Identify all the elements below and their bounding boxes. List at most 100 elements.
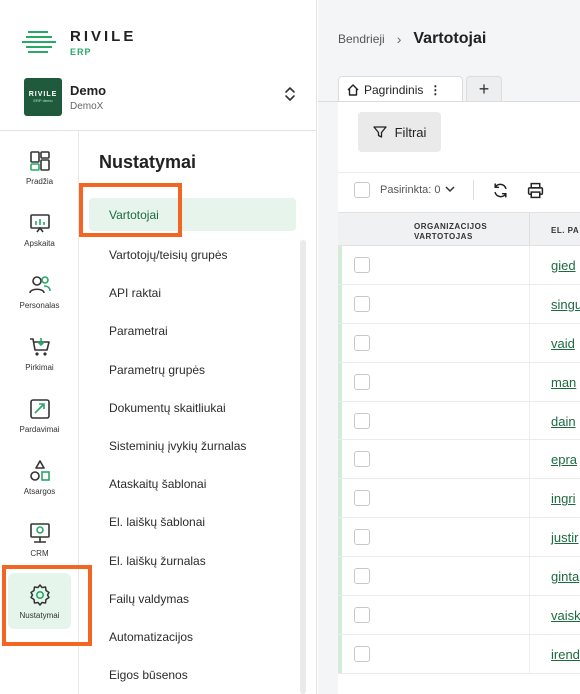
rail-item-crm[interactable]: CRM [8, 511, 71, 567]
menu-item-parametru-grupes[interactable]: Parametrų grupės [89, 351, 296, 389]
filter-label: Filtrai [394, 124, 427, 140]
tab-pagrindinis[interactable]: Pagrindinis ⋮ [338, 76, 463, 102]
row-checkbox[interactable] [354, 645, 370, 662]
email-link[interactable]: singu [551, 297, 580, 312]
table-row[interactable]: gied [338, 246, 580, 285]
email-link[interactable]: dain [551, 414, 576, 429]
rail-label: Pardavimai [19, 424, 60, 434]
tab-menu-icon[interactable]: ⋮ [429, 83, 441, 97]
rail-item-apskaita[interactable]: Apskaita [8, 201, 71, 257]
sales-icon [29, 398, 50, 419]
company-switcher[interactable]: RIVILE ERP demo Demo DemoX [24, 78, 304, 116]
add-tab-button[interactable]: + [466, 76, 502, 102]
table-row[interactable]: man [338, 362, 580, 402]
table-row[interactable]: ingri [338, 479, 580, 519]
brand-title: RIVILE [70, 28, 137, 45]
chevron-up-down-icon[interactable] [284, 86, 296, 103]
row-checkbox[interactable] [354, 295, 370, 312]
people-icon [28, 275, 51, 293]
dashboard-icon [29, 150, 50, 171]
rail-item-pardavimai[interactable]: Pardavimai [8, 387, 71, 443]
main-content: Bendrieji › Vartotojai Pagrindinis ⋮ + F… [318, 0, 580, 694]
cart-icon [29, 337, 50, 356]
row-checkbox[interactable] [354, 568, 370, 585]
email-link[interactable]: epra [551, 452, 577, 467]
menu-item-failu-valdymas[interactable]: Failų valdymas [89, 580, 296, 618]
chevron-down-icon[interactable] [445, 185, 455, 196]
print-icon[interactable] [527, 182, 544, 199]
email-link[interactable]: man [551, 375, 576, 390]
toolbar-separator [472, 180, 474, 200]
filter-button[interactable]: Filtrai [358, 112, 441, 152]
menu-title: Nustatymai [99, 152, 197, 172]
crm-icon [29, 522, 50, 543]
row-checkbox[interactable] [354, 334, 370, 351]
select-all-checkbox[interactable] [354, 182, 370, 198]
selection-toolbar: Pasirinkta: 0 [354, 180, 544, 200]
email-link[interactable]: gied [551, 258, 576, 273]
refresh-icon[interactable] [492, 182, 509, 199]
table-row[interactable]: irend [338, 634, 580, 674]
menu-scrollbar[interactable] [300, 240, 306, 694]
menu-item-dokumentu-skaitliukai[interactable]: Dokumentų skaitliukai [89, 389, 296, 427]
highlight-box-nustatymai [2, 565, 92, 646]
table-body: gied singu vaid man dain epra ingri just… [338, 246, 580, 674]
table-row[interactable]: epra [338, 440, 580, 480]
brand-logo[interactable]: RIVILE ERP [22, 28, 136, 58]
table-row[interactable]: vaid [338, 323, 580, 363]
row-checkbox[interactable] [354, 607, 370, 624]
menu-item-vartotoju-grupes[interactable]: Vartotojų/teisių grupės [89, 236, 296, 274]
email-link[interactable]: vaisk [551, 608, 580, 623]
table-row[interactable]: vaisk [338, 596, 580, 635]
rail-label: CRM [30, 548, 49, 558]
row-checkbox[interactable] [354, 257, 370, 273]
menu-item-api-raktai[interactable]: API raktai [89, 274, 296, 312]
column-header-email[interactable]: EL. PA [551, 226, 579, 236]
rail-item-pirkimai[interactable]: Pirkimai [8, 325, 71, 381]
chart-board-icon [29, 213, 50, 232]
highlight-box-vartotojai [79, 183, 182, 237]
email-link[interactable]: justir [551, 530, 578, 545]
column-header-organization-user[interactable]: ORGANIZACIJOS VARTOTOJAS [414, 222, 524, 242]
brand-subtitle: ERP [70, 47, 92, 57]
email-link[interactable]: irend [551, 647, 580, 662]
content-panel: Filtrai Pasirinkta: 0 ORGANIZACIJOS VART… [338, 102, 580, 694]
rail-item-atsargos[interactable]: Atsargos [8, 449, 71, 505]
menu-item-el-laisku-zurnalas[interactable]: El. laiškų žurnalas [89, 542, 296, 580]
menu-item-automatizacijos[interactable]: Automatizacijos [89, 618, 296, 656]
rail-label: Pradžia [25, 176, 54, 186]
row-checkbox[interactable] [354, 373, 370, 390]
row-checkbox[interactable] [354, 490, 370, 507]
table-row[interactable]: singu [338, 284, 580, 324]
company-sub: DemoX [70, 100, 104, 112]
row-checkbox[interactable] [354, 529, 370, 546]
row-checkbox[interactable] [354, 451, 370, 468]
email-link[interactable]: ingri [551, 491, 576, 506]
breadcrumb-parent[interactable]: Bendrieji [338, 32, 385, 46]
menu-item-parametrai[interactable]: Parametrai [89, 312, 296, 350]
filter-icon [372, 126, 387, 138]
page-title: Vartotojai [413, 30, 487, 47]
logo-mark-icon [22, 28, 60, 58]
table-row[interactable]: justir [338, 518, 580, 558]
company-logo: RIVILE ERP demo [24, 78, 62, 116]
selected-count[interactable]: Pasirinkta: 0 [380, 184, 441, 196]
table-row[interactable]: ginta [338, 557, 580, 597]
rail-label: Pirkimai [25, 362, 54, 372]
table-row[interactable]: dain [338, 401, 580, 441]
shapes-icon [29, 459, 50, 481]
rail-item-personalas[interactable]: Personalas [8, 263, 71, 319]
email-link[interactable]: ginta [551, 569, 579, 584]
menu-item-el-laisku-sablonai[interactable]: El. laiškų šablonai [89, 503, 296, 541]
row-checkbox[interactable] [354, 412, 370, 429]
menu-item-sisteminiu-ivykiu-zurnalas[interactable]: Sisteminių įvykių žurnalas [89, 427, 296, 465]
email-link[interactable]: vaid [551, 336, 575, 351]
rail-item-pradzia[interactable]: Pradžia [8, 139, 71, 195]
menu-item-eigos-busenos[interactable]: Eigos būsenos [89, 656, 296, 694]
rail-label: Personalas [19, 300, 60, 310]
company-name: Demo [70, 82, 107, 98]
breadcrumb-separator: › [396, 31, 402, 47]
tab-label: Pagrindinis [364, 82, 424, 97]
rail-label: Atsargos [23, 486, 56, 496]
menu-item-ataskaitu-sablonai[interactable]: Ataskaitų šablonai [89, 465, 296, 503]
